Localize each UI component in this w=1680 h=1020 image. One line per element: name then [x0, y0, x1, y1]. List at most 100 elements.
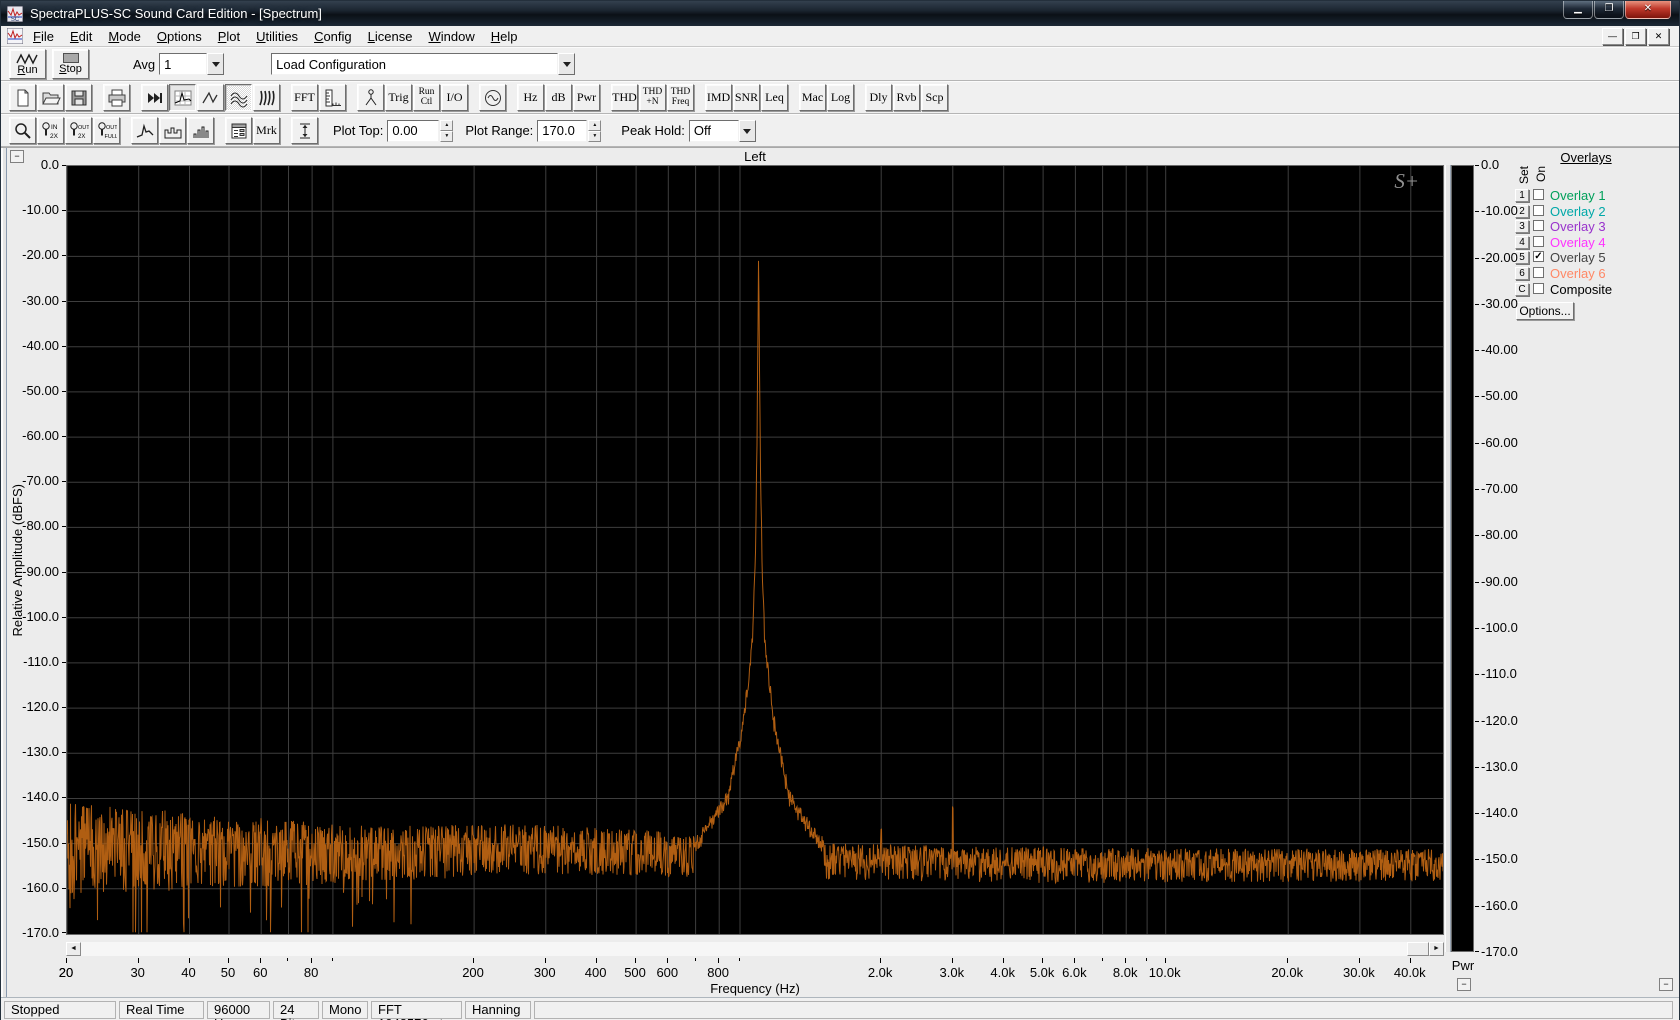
- meter-tick-label: -90.00: [1481, 573, 1518, 589]
- x-axis-tick: [1074, 958, 1076, 963]
- spectrum-view-button[interactable]: [169, 84, 196, 111]
- y-axis-tick-label: -70.00: [22, 473, 59, 489]
- peak-hold-input[interactable]: [688, 119, 739, 142]
- imd-button[interactable]: IMD: [705, 84, 732, 111]
- overlay-checkbox-3[interactable]: [1533, 220, 1544, 232]
- bar-outline-style-button[interactable]: [159, 117, 186, 144]
- child-minimize-button[interactable]: —: [1602, 28, 1623, 45]
- menu-bar: File Edit Mode Options Plot Utilities Config Li…: [1, 26, 1679, 47]
- child-restore-button[interactable]: ❐: [1625, 28, 1646, 45]
- snr-button[interactable]: SNR: [733, 84, 760, 111]
- plot-horizontal-scrollbar[interactable]: ◄ ►: [66, 942, 1444, 956]
- thd-n-button[interactable]: THD +N: [639, 84, 666, 111]
- overlay-set-button-4[interactable]: 4: [1515, 235, 1529, 249]
- status-panel: Stopped: [4, 1000, 116, 1019]
- plot-top-input[interactable]: [387, 119, 440, 142]
- line-plot-style-button[interactable]: [131, 117, 158, 144]
- spectrogram-view-button[interactable]: [253, 84, 280, 111]
- load-configuration-dropdown-arrow[interactable]: [558, 53, 576, 75]
- spectrum-window-icon: [7, 28, 23, 44]
- open-file-button[interactable]: [37, 84, 64, 111]
- menu-help[interactable]: Help: [483, 27, 526, 46]
- trigger-button[interactable]: Trig: [385, 84, 412, 111]
- menu-utilities[interactable]: Utilities: [248, 27, 306, 46]
- zoom-in-2x-button[interactable]: IN 2X: [37, 117, 64, 144]
- zoom-out-2x-button[interactable]: OUT 2X: [65, 117, 92, 144]
- plot-range-spinner[interactable]: ▲ ▼: [588, 119, 602, 142]
- scope-button[interactable]: Scp: [921, 84, 948, 111]
- delay-button[interactable]: Dly: [865, 84, 892, 111]
- avg-input[interactable]: [159, 53, 208, 75]
- close-button[interactable]: ✕: [1625, 1, 1671, 19]
- zoom-button[interactable]: [9, 117, 36, 144]
- spectrum-plot[interactable]: S+: [66, 165, 1444, 935]
- menu-plot[interactable]: Plot: [210, 27, 248, 46]
- time-series-view-button[interactable]: [197, 84, 224, 111]
- fft-settings-button[interactable]: FFT: [291, 84, 318, 111]
- y-axis-tick: [62, 707, 66, 709]
- hz-units-button[interactable]: Hz: [517, 84, 544, 111]
- reverb-button[interactable]: Rvb: [893, 84, 920, 111]
- y-axis-tick: [62, 932, 66, 933]
- avg-dropdown-arrow[interactable]: [207, 53, 225, 75]
- minimize-button[interactable]: ▁: [1563, 1, 1593, 19]
- fast-forward-button[interactable]: [141, 84, 168, 111]
- calibration-button[interactable]: [357, 84, 384, 111]
- save-button[interactable]: [65, 84, 92, 111]
- scroll-left-button[interactable]: ◄: [66, 942, 81, 956]
- plot-top-spinner[interactable]: ▲ ▼: [440, 119, 454, 142]
- menu-config[interactable]: Config: [306, 27, 360, 46]
- plot-range-input[interactable]: [537, 119, 588, 142]
- scaling-button[interactable]: [319, 84, 346, 111]
- new-file-button[interactable]: [9, 84, 36, 111]
- overlay-set-button-3[interactable]: 3: [1515, 220, 1529, 234]
- meter-tick: [1475, 720, 1479, 722]
- child-close-button[interactable]: ✕: [1648, 28, 1669, 45]
- print-button[interactable]: [103, 84, 130, 111]
- overlay-checkbox-1[interactable]: [1533, 189, 1544, 200]
- marker-button[interactable]: Mrk: [253, 117, 280, 144]
- x-axis-tick: [331, 958, 333, 961]
- stop-button[interactable]: Stop: [52, 49, 89, 79]
- overlay-set-button-c[interactable]: C: [1515, 282, 1529, 296]
- menu-window[interactable]: Window: [420, 27, 482, 46]
- x-axis-tick-label: 80: [303, 965, 319, 980]
- collapse-meter-button[interactable]: −: [1457, 978, 1471, 991]
- overlay-set-button-6[interactable]: 6: [1515, 267, 1529, 280]
- thd-freq-button[interactable]: THD Freq: [667, 84, 694, 111]
- menu-edit[interactable]: Edit: [62, 27, 100, 46]
- status-panel: FFT 1048576 pts: [371, 1000, 462, 1020]
- menu-file[interactable]: File: [25, 27, 62, 46]
- thd-button[interactable]: THD: [611, 84, 638, 111]
- display-options-button[interactable]: [225, 117, 252, 144]
- zoom-out-2x-icon: OUT 2X: [69, 121, 89, 140]
- power-units-button[interactable]: Pwr: [573, 84, 600, 111]
- db-units-button[interactable]: dB: [545, 84, 572, 111]
- fit-vertical-scale-button[interactable]: [291, 117, 318, 144]
- menu-options[interactable]: Options: [149, 27, 210, 46]
- overlay-set-button-1[interactable]: 1: [1515, 189, 1529, 202]
- scrollbar-track[interactable]: [81, 942, 1407, 956]
- scrollbar-thumb[interactable]: [1407, 942, 1429, 956]
- menu-mode[interactable]: Mode: [100, 27, 149, 46]
- log-button[interactable]: Log: [827, 84, 854, 111]
- overlay-checkbox-4[interactable]: [1533, 235, 1544, 247]
- calibration-icon: [365, 88, 376, 105]
- collapse-overlays-button[interactable]: −: [1659, 978, 1673, 991]
- macro-button[interactable]: Mac: [799, 84, 826, 111]
- overlay-checkbox-c[interactable]: [1533, 282, 1544, 294]
- signal-generator-button[interactable]: [479, 84, 506, 111]
- menu-license[interactable]: License: [360, 27, 421, 46]
- scroll-right-button[interactable]: ►: [1429, 942, 1444, 956]
- run-button[interactable]: Run: [9, 49, 46, 79]
- load-configuration-input[interactable]: [271, 53, 559, 75]
- maximize-button[interactable]: ❐: [1594, 1, 1624, 19]
- io-device-button[interactable]: I/O: [441, 84, 468, 111]
- overlay-checkbox-6[interactable]: [1533, 267, 1544, 278]
- waterfall-view-button[interactable]: [225, 84, 252, 111]
- zoom-out-full-button[interactable]: OUT FULL: [93, 117, 120, 144]
- bar-graph-style-button[interactable]: [187, 117, 214, 144]
- peak-hold-dropdown-arrow[interactable]: [738, 119, 756, 142]
- run-control-button[interactable]: Run Ctl: [413, 84, 440, 111]
- leq-button[interactable]: Leq: [761, 84, 788, 111]
